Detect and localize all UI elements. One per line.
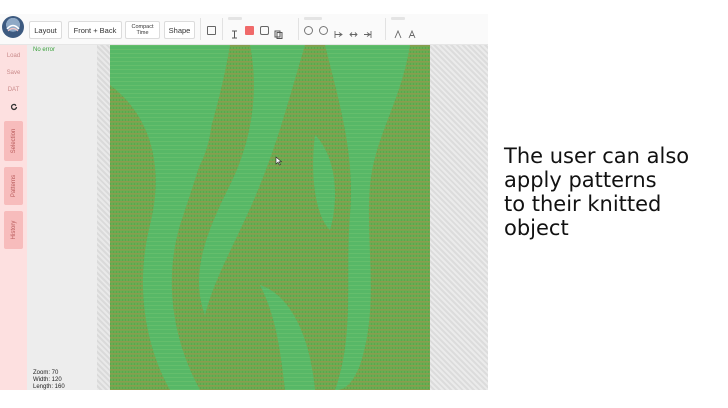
info-panel: No error Zoom: 70 Width: 120 Length: 160 xyxy=(27,45,97,390)
patterns-tab[interactable]: Patterns xyxy=(4,167,23,205)
layout-button[interactable]: Layout xyxy=(29,21,62,39)
knit-pattern-canvas[interactable] xyxy=(110,45,430,390)
toolbar-separator xyxy=(385,18,386,40)
brush-tool-icon[interactable] xyxy=(245,26,254,35)
caption-line-2: apply patterns xyxy=(504,168,657,192)
width-readout: Width: 120 xyxy=(33,377,62,383)
caption-text: The user can also apply patterns to thei… xyxy=(504,144,724,240)
frame-icon[interactable] xyxy=(207,26,216,35)
caption-line-4: object xyxy=(504,216,569,240)
mirror-b-icon[interactable] xyxy=(408,26,417,39)
toolbar-separator xyxy=(298,18,299,40)
toolbar-separator xyxy=(200,18,201,40)
shift-both-icon[interactable] xyxy=(349,26,358,37)
load-button[interactable]: Load xyxy=(2,50,25,62)
refresh-icon[interactable] xyxy=(2,101,25,113)
compact-time-button[interactable]: Compact Time xyxy=(125,21,160,39)
time-label: Time xyxy=(136,30,149,36)
caption-line-3: to their knitted xyxy=(504,192,662,216)
left-sidebar: Load Save DAT Selection Patterns History xyxy=(0,45,27,390)
tool-group-label xyxy=(304,17,322,20)
pattern-svg xyxy=(110,45,430,390)
app-logo-icon[interactable] xyxy=(2,16,24,38)
canvas-margin-left xyxy=(97,45,110,390)
tool-group-label xyxy=(391,17,405,20)
length-readout: Length: 160 xyxy=(33,384,65,390)
caption-line-1: The user can also xyxy=(504,144,690,168)
text-cursor-icon[interactable] xyxy=(230,26,239,39)
shift-left-icon[interactable] xyxy=(334,26,343,38)
selection-tab[interactable]: Selection xyxy=(4,121,23,161)
history-tab-label: History xyxy=(10,220,17,240)
history-tab[interactable]: History xyxy=(4,211,23,249)
shift-right-icon[interactable] xyxy=(363,26,372,38)
zoom-readout: Zoom: 70 xyxy=(33,370,59,376)
canvas-margin-right xyxy=(430,45,488,390)
stitch-circle-icon[interactable] xyxy=(304,26,313,35)
shape-button[interactable]: Shape xyxy=(164,21,195,39)
save-button[interactable]: Save xyxy=(2,67,25,79)
error-status: No error xyxy=(33,47,56,53)
stitch-dot-icon[interactable] xyxy=(319,26,328,35)
patterns-tab-label: Patterns xyxy=(10,174,17,198)
fill-tool-icon[interactable] xyxy=(260,26,269,35)
dat-button[interactable]: DAT xyxy=(2,84,25,96)
toolbar-separator xyxy=(222,18,223,40)
tool-group-label xyxy=(228,17,242,20)
knitting-app-window: Layout Front + Back Compact Time Shape L… xyxy=(0,14,488,390)
mirror-a-icon[interactable] xyxy=(394,26,403,39)
selection-tab-label: Selection xyxy=(10,128,17,154)
front-back-button[interactable]: Front + Back xyxy=(68,21,122,39)
top-toolbar: Layout Front + Back Compact Time Shape xyxy=(0,14,488,45)
copy-tool-icon[interactable] xyxy=(274,26,283,39)
